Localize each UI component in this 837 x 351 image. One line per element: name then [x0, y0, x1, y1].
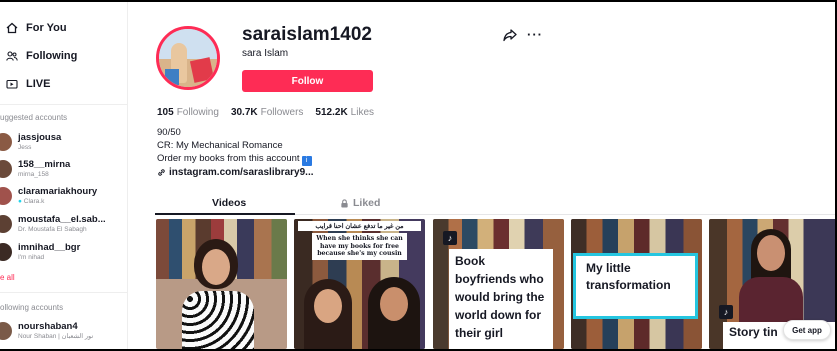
verified-icon: ● [18, 197, 22, 205]
followers-stat[interactable]: 30.7K Followers [231, 107, 303, 118]
account-display-name: Dr. Moustafa El Sabagh [18, 225, 87, 233]
person-right-face [380, 287, 408, 321]
bio-line-with-badge: Order my books from this account i [157, 152, 312, 166]
followers-stat-label: Followers [260, 107, 304, 118]
tiktok-logo-icon: ♪ [719, 305, 733, 319]
tab-videos-label: Videos [212, 197, 247, 209]
bio-line: CR: My Mechanical Romance [157, 140, 283, 151]
video-caption: Book boyfriends who would bring the worl… [449, 249, 553, 349]
nav-following-label: Following [26, 50, 78, 62]
tab-liked[interactable]: Liked [340, 197, 380, 209]
followers-count: 30.7K [230, 107, 258, 118]
live-icon [6, 78, 18, 90]
profile-tabs: Videos Liked [155, 194, 837, 216]
account-username: imnihad__bgr [18, 242, 81, 254]
person-dress [182, 291, 254, 349]
nav-live-label: LIVE [26, 78, 51, 90]
account-username: claramariakhoury [18, 186, 98, 198]
profile-username: saraislam1402 [242, 24, 372, 45]
account-display-name: Nour Shaban | نور الشعبان [18, 332, 94, 340]
profile-bio: 90/50 CR: My Mechanical Romance Order my… [157, 126, 312, 166]
tiktok-logo-icon: ♪ [443, 231, 457, 245]
share-icon[interactable] [503, 28, 517, 42]
nav-live[interactable]: LIVE [6, 78, 50, 90]
avatar [0, 322, 12, 340]
profile-avatar[interactable] [156, 26, 220, 90]
profile-link[interactable]: instagram.com/saraslibrary9... [157, 167, 314, 178]
suggested-account-158-mirna[interactable]: 158__mirna mirna_158 [0, 159, 71, 178]
profile-display-name: sara Islam [242, 48, 289, 59]
account-display-name: ● Clara.k [18, 198, 97, 205]
suggested-account-imnihad[interactable]: imnihad__bgr I'm nihad [0, 242, 81, 261]
likes-stat: 512.2K Likes [315, 107, 374, 118]
link-icon [158, 169, 165, 176]
follow-button[interactable]: Follow [242, 70, 373, 92]
account-display-text: Clara.k [23, 197, 45, 205]
video-caption: My little transformation [573, 253, 698, 319]
account-username: nourshaban4 [18, 321, 78, 333]
video-thumbnail[interactable]: من غير ما تدفع عشان احنا قرايب When she … [294, 219, 425, 349]
sidebar: For You Following LIVE uggested accounts… [0, 0, 128, 351]
sidebar-divider [0, 104, 127, 105]
following-accounts-label: ollowing accounts [0, 303, 64, 312]
avatar-book [189, 57, 215, 83]
account-display-name: Jess [18, 143, 32, 151]
more-options-icon[interactable]: ··· [527, 27, 543, 42]
suggested-account-moustafa[interactable]: moustafa__el.sab... Dr. Moustafa El Saba… [0, 214, 106, 233]
avatar [0, 187, 12, 205]
account-username: moustafa__el.sab... [18, 214, 106, 226]
video-caption: When she thinks she can have my books fo… [312, 233, 407, 260]
avatar [0, 243, 12, 261]
tab-liked-label: Liked [353, 197, 381, 209]
bio-line: Order my books from this account [157, 153, 300, 164]
likes-stat-label: Likes [350, 107, 375, 118]
video-caption-arabic: من غير ما تدفع عشان احنا قرايب [298, 221, 421, 231]
people-icon [6, 50, 18, 62]
nav-for-you-label: For You [26, 22, 67, 34]
video-thumbnail[interactable]: My little transformation [571, 219, 702, 349]
suggested-account-jassjousa[interactable]: jassjousa Jess [0, 132, 62, 151]
avatar-bg [159, 29, 217, 59]
nav-following[interactable]: Following [6, 50, 77, 62]
following-stat-label: Following [176, 107, 219, 118]
lock-icon [341, 198, 348, 208]
avatar [0, 160, 12, 178]
avatar [0, 133, 12, 151]
see-all-link[interactable]: e all [0, 273, 15, 282]
tab-active-indicator [155, 213, 295, 215]
person-face [202, 249, 230, 285]
account-username: 158__mirna [18, 159, 71, 171]
info-icon: i [301, 156, 312, 166]
video-thumbnail[interactable]: ♪ Book boyfriends who would bring the wo… [433, 219, 564, 349]
account-display-name: mirna_158 [18, 170, 49, 178]
get-app-button[interactable]: Get app [783, 320, 831, 340]
nav-for-you[interactable]: For You [6, 22, 67, 34]
following-stat[interactable]: 105 Following [157, 107, 219, 118]
suggested-accounts-label: uggested accounts [0, 113, 68, 122]
following-account-nourshaban4[interactable]: nourshaban4 Nour Shaban | نور الشعبان [0, 321, 94, 340]
following-count: 105 [157, 107, 174, 118]
tab-videos[interactable]: Videos [212, 197, 246, 209]
video-thumbnail[interactable] [156, 219, 287, 349]
avatar-book [165, 69, 179, 85]
profile-link-text: instagram.com/saraslibrary9... [169, 167, 314, 178]
suggested-account-claramariakhoury[interactable]: claramariakhoury ● Clara.k [0, 186, 98, 205]
account-username: jassjousa [18, 132, 62, 144]
person-face [757, 235, 785, 271]
account-display-name: I'm nihad [18, 253, 45, 261]
person-left-face [314, 289, 342, 323]
likes-count: 512.2K [315, 107, 348, 118]
avatar [0, 215, 12, 233]
home-icon [6, 22, 18, 34]
bio-line: 90/50 [157, 127, 181, 138]
profile-stats: 105 Following 30.7K Followers 512.2K Likes [157, 107, 374, 118]
sidebar-divider [0, 292, 127, 293]
